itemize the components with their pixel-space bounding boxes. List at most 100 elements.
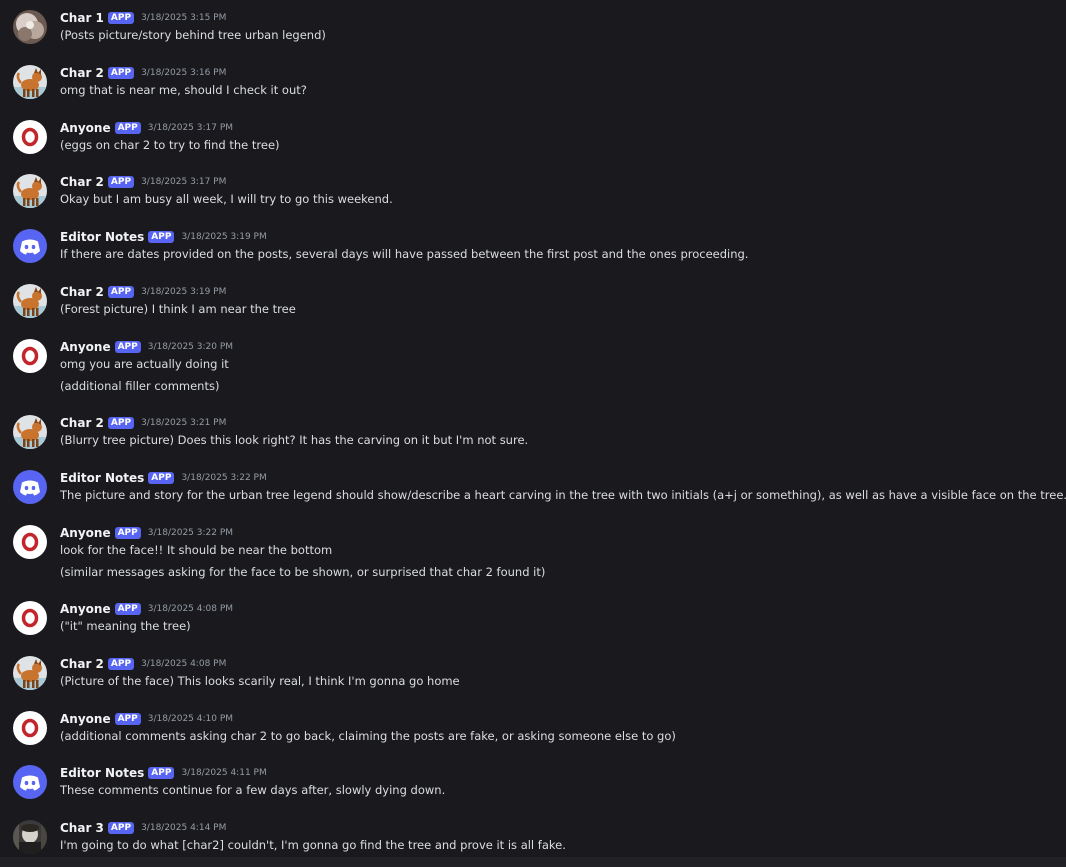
- message-content: These comments continue for a few days a…: [60, 783, 446, 797]
- author-name[interactable]: Anyone: [60, 712, 111, 726]
- author-name[interactable]: Anyone: [60, 340, 111, 354]
- avatar[interactable]: [13, 820, 47, 854]
- avatar[interactable]: [13, 10, 47, 44]
- author-name[interactable]: Editor Notes: [60, 230, 144, 244]
- avatar[interactable]: [13, 339, 47, 373]
- author-name[interactable]: Editor Notes: [60, 471, 144, 485]
- dog-avatar-icon: [13, 174, 47, 208]
- app-badge: APP: [107, 67, 135, 79]
- message-content: omg you are actually doing it: [60, 357, 229, 371]
- author-name[interactable]: Char 1: [60, 11, 104, 25]
- message-content: ("it" meaning the tree): [60, 619, 191, 633]
- message-header: Char 1 APP 3/18/2025 3:15 PM: [60, 10, 226, 26]
- author-name[interactable]: Char 2: [60, 175, 104, 189]
- discord-logo-icon: [13, 229, 47, 263]
- app-badge: APP: [148, 231, 175, 243]
- message-content: (similar messages asking for the face to…: [60, 565, 546, 579]
- author-name[interactable]: Char 2: [60, 657, 104, 671]
- message-content: Okay but I am busy all week, I will try …: [60, 192, 393, 206]
- ring-avatar-icon: [13, 525, 47, 559]
- timestamp[interactable]: 3/18/2025 3:16 PM: [141, 68, 226, 78]
- char3-avatar-photo: [13, 820, 47, 854]
- message-content: If there are dates provided on the posts…: [60, 247, 749, 261]
- avatar[interactable]: [13, 711, 47, 745]
- timestamp[interactable]: 3/18/2025 3:22 PM: [181, 473, 266, 483]
- app-badge: APP: [114, 122, 141, 134]
- app-badge: APP: [114, 341, 141, 353]
- message-header: Char 2 APP 3/18/2025 3:21 PM: [60, 415, 226, 431]
- dog-avatar-icon: [13, 284, 47, 318]
- author-name[interactable]: Anyone: [60, 526, 111, 540]
- ring-avatar-icon: [13, 711, 47, 745]
- timestamp[interactable]: 3/18/2025 3:17 PM: [141, 177, 226, 187]
- avatar[interactable]: [13, 229, 47, 263]
- message-header: Char 2 APP 3/18/2025 4:08 PM: [60, 656, 226, 672]
- app-badge: APP: [107, 417, 135, 429]
- avatar[interactable]: [13, 656, 47, 690]
- dog-avatar-icon: [13, 656, 47, 690]
- avatar[interactable]: [13, 65, 47, 99]
- timestamp[interactable]: 3/18/2025 3:17 PM: [148, 123, 233, 133]
- avatar[interactable]: [13, 765, 47, 799]
- app-badge: APP: [114, 527, 141, 539]
- dog-avatar-icon: [13, 415, 47, 449]
- app-badge: APP: [107, 286, 135, 298]
- timestamp[interactable]: 3/18/2025 4:11 PM: [181, 768, 266, 778]
- message-content: (Posts picture/story behind tree urban l…: [60, 28, 326, 42]
- app-badge: APP: [148, 767, 175, 779]
- message-content: (eggs on char 2 to try to find the tree): [60, 138, 280, 152]
- app-badge: APP: [107, 822, 135, 834]
- timestamp[interactable]: 3/18/2025 3:20 PM: [148, 342, 233, 352]
- avatar[interactable]: [13, 284, 47, 318]
- message-header: Char 2 APP 3/18/2025 3:17 PM: [60, 174, 226, 190]
- author-name[interactable]: Char 2: [60, 416, 104, 430]
- message-list: Char 1 APP 3/18/2025 3:15 PM (Posts picture…: [0, 0, 1066, 867]
- timestamp[interactable]: 3/18/2025 3:15 PM: [141, 13, 226, 23]
- timestamp[interactable]: 3/18/2025 3:19 PM: [141, 287, 226, 297]
- avatar[interactable]: [13, 525, 47, 559]
- avatar[interactable]: [13, 601, 47, 635]
- app-badge: APP: [114, 603, 141, 615]
- message-content: The picture and story for the urban tree…: [60, 488, 1066, 502]
- timestamp[interactable]: 3/18/2025 3:22 PM: [148, 528, 233, 538]
- timestamp[interactable]: 3/18/2025 4:08 PM: [148, 604, 233, 614]
- message-header: Anyone APP 3/18/2025 3:17 PM: [60, 120, 233, 136]
- message-content: look for the face!! It should be near th…: [60, 543, 333, 557]
- timestamp[interactable]: 3/18/2025 3:21 PM: [141, 418, 226, 428]
- message-content: (Blurry tree picture) Does this look rig…: [60, 433, 529, 447]
- app-badge: APP: [148, 472, 175, 484]
- avatar[interactable]: [13, 415, 47, 449]
- author-name[interactable]: Editor Notes: [60, 766, 144, 780]
- message-content: (Forest picture) I think I am near the t…: [60, 302, 296, 316]
- app-badge: APP: [114, 713, 141, 725]
- message-header: Editor Notes APP 3/18/2025 3:19 PM: [60, 229, 267, 245]
- author-name[interactable]: Anyone: [60, 121, 111, 135]
- avatar[interactable]: [13, 120, 47, 154]
- author-name[interactable]: Char 2: [60, 285, 104, 299]
- avatar[interactable]: [13, 470, 47, 504]
- message-header: Char 3 APP 3/18/2025 4:14 PM: [60, 820, 226, 836]
- message-header: Char 2 APP 3/18/2025 3:19 PM: [60, 284, 226, 300]
- message-content: (Picture of the face) This looks scarily…: [60, 674, 460, 688]
- app-badge: APP: [107, 176, 135, 188]
- message-content: (additional filler comments): [60, 379, 220, 393]
- ring-avatar-icon: [13, 339, 47, 373]
- message-header: Anyone APP 3/18/2025 4:08 PM: [60, 601, 233, 617]
- app-badge: APP: [107, 12, 135, 24]
- author-name[interactable]: Char 3: [60, 821, 104, 835]
- app-badge: APP: [107, 658, 135, 670]
- message-content: I'm going to do what [char2] couldn't, I…: [60, 838, 566, 852]
- discord-logo-icon: [13, 765, 47, 799]
- timestamp[interactable]: 3/18/2025 4:08 PM: [141, 659, 226, 669]
- message-header: Char 2 APP 3/18/2025 3:16 PM: [60, 65, 226, 81]
- message-header: Anyone APP 3/18/2025 4:10 PM: [60, 711, 233, 727]
- author-name[interactable]: Anyone: [60, 602, 111, 616]
- timestamp[interactable]: 3/18/2025 3:19 PM: [181, 232, 266, 242]
- avatar[interactable]: [13, 174, 47, 208]
- message-content: omg that is near me, should I check it o…: [60, 83, 307, 97]
- timestamp[interactable]: 3/18/2025 4:14 PM: [141, 823, 226, 833]
- message-header: Editor Notes APP 3/18/2025 4:11 PM: [60, 765, 267, 781]
- timestamp[interactable]: 3/18/2025 4:10 PM: [148, 714, 233, 724]
- message-header: Anyone APP 3/18/2025 3:20 PM: [60, 339, 233, 355]
- author-name[interactable]: Char 2: [60, 66, 104, 80]
